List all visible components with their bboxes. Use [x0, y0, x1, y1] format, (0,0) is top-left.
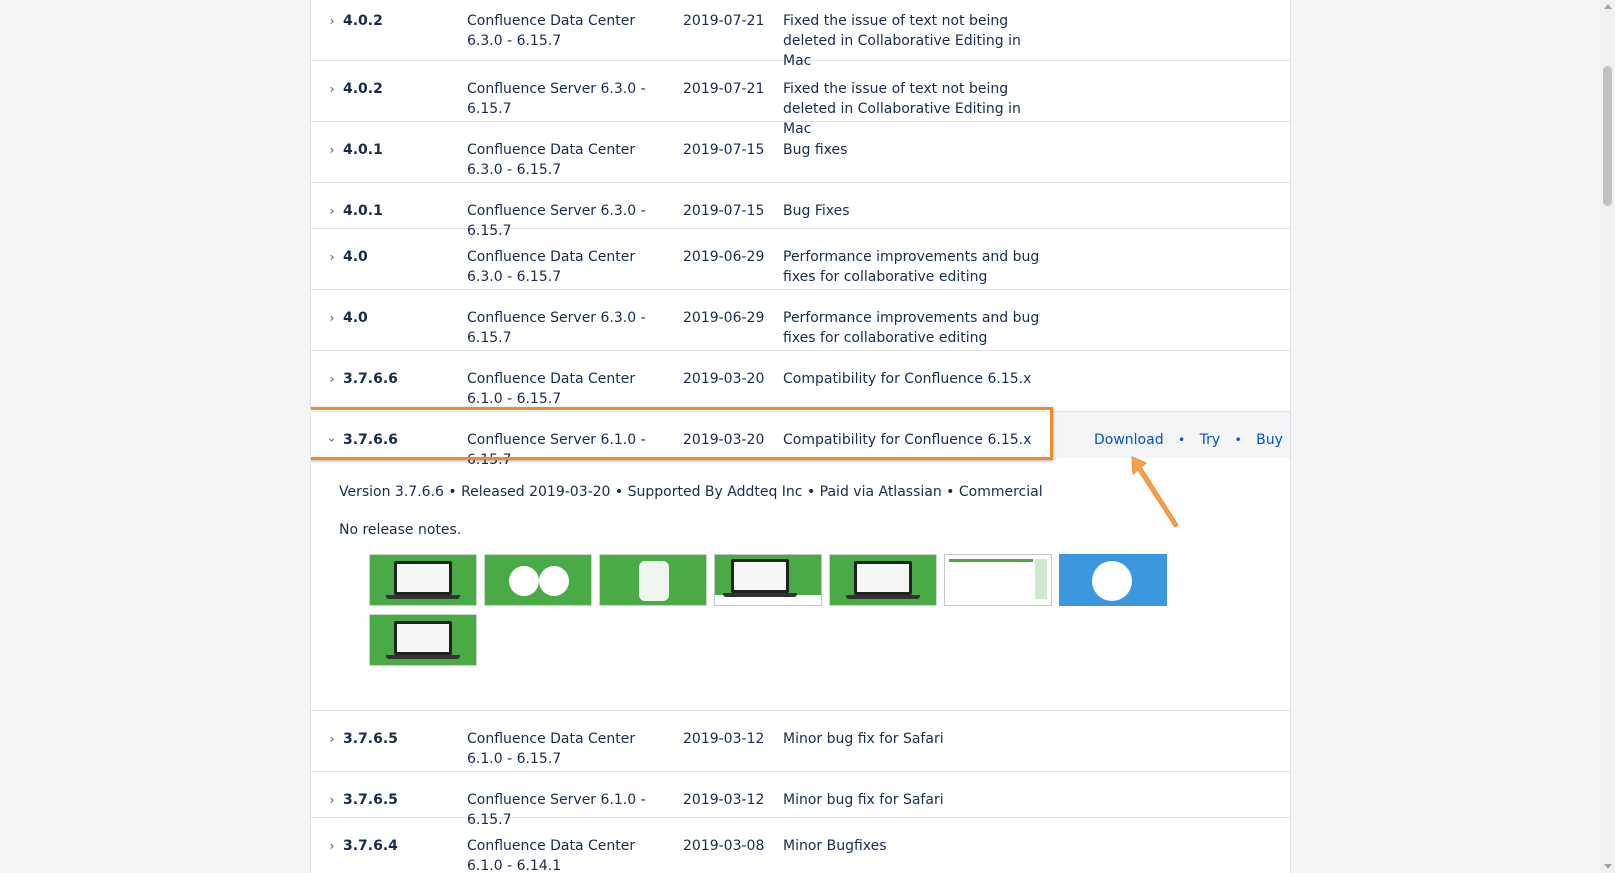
release-summary: Minor bug fix for Safari	[783, 792, 944, 808]
screenshot-thumbnail[interactable]	[944, 554, 1052, 606]
laptop-icon	[386, 561, 460, 599]
version-number: 4.0.1	[343, 203, 383, 219]
compatibility: Confluence Data Center 6.1.0 - 6.15.7	[467, 731, 636, 767]
table-row[interactable]: › 3.7.6.4 Confluence Data Center 6.1.0 -…	[311, 818, 1290, 873]
version-number: 4.0.2	[343, 81, 383, 97]
chevron-right-icon[interactable]: ›	[327, 140, 337, 160]
screenshot-thumbnail[interactable]	[484, 554, 592, 606]
release-summary: Performance improvements and bug fixes f…	[783, 310, 1040, 346]
release-date: 2019-07-21	[683, 13, 765, 29]
hexagon-icon	[509, 566, 539, 596]
table-row[interactable]: › 4.0.1 Confluence Server 6.3.0 - 6.15.7…	[311, 183, 1290, 239]
release-date: 2019-03-20	[683, 432, 765, 448]
release-summary: Performance improvements and bug fixes f…	[783, 249, 1040, 285]
version-number: 4.0.2	[343, 13, 383, 29]
chevron-right-icon[interactable]: ›	[327, 836, 337, 856]
screenshot-thumbnail[interactable]	[1059, 554, 1167, 606]
release-summary: Bug fixes	[783, 142, 848, 158]
release-summary: Compatibility for Confluence 6.15.x	[783, 432, 1032, 448]
release-date: 2019-03-20	[683, 371, 765, 387]
release-summary: Compatibility for Confluence 6.15.x	[783, 371, 1032, 387]
table-row[interactable]: › 4.0.2 Confluence Server 6.3.0 - 6.15.7…	[311, 61, 1290, 137]
table-row[interactable]: › 3.7.6.5 Confluence Server 6.1.0 - 6.15…	[311, 772, 1290, 828]
version-number: 4.0.1	[343, 142, 383, 158]
compatibility: Confluence Data Center 6.1.0 - 6.15.7	[467, 371, 636, 407]
release-date: 2019-03-12	[683, 731, 765, 747]
release-date: 2019-03-12	[683, 792, 765, 808]
laptop-icon	[846, 561, 920, 599]
release-date: 2019-07-15	[683, 142, 765, 158]
screenshot-thumbnail[interactable]	[829, 554, 937, 606]
chevron-right-icon[interactable]: ›	[327, 369, 337, 389]
release-date: 2019-06-29	[683, 310, 765, 326]
spreadsheet-header	[949, 559, 1033, 562]
release-date: 2019-03-08	[683, 838, 765, 854]
buy-link[interactable]: Buy	[1256, 432, 1283, 448]
people-icon	[639, 561, 669, 601]
scroll-down-icon[interactable]	[1604, 864, 1612, 869]
release-date: 2019-07-15	[683, 203, 765, 219]
chevron-right-icon[interactable]: ›	[327, 247, 337, 267]
table-row[interactable]: › 3.7.6.5 Confluence Data Center 6.1.0 -…	[311, 711, 1290, 772]
try-link[interactable]: Try	[1200, 432, 1221, 448]
scrollbar[interactable]	[1600, 0, 1615, 873]
separator-dot: •	[1178, 433, 1186, 447]
release-summary: Minor bug fix for Safari	[783, 731, 944, 747]
app-circle-icon	[1092, 561, 1132, 601]
chevron-right-icon[interactable]: ›	[327, 11, 337, 31]
chevron-right-icon[interactable]: ›	[327, 729, 337, 749]
table-row-expanded[interactable]: › 3.7.6.6 Confluence Server 6.1.0 - 6.15…	[311, 407, 1290, 468]
screenshot-thumbnail[interactable]	[599, 554, 707, 606]
screenshot-thumbnail[interactable]	[714, 554, 822, 606]
release-summary: Minor Bugfixes	[783, 838, 887, 854]
version-number: 3.7.6.6	[343, 432, 398, 448]
compatibility: Confluence Data Center 6.3.0 - 6.15.7	[467, 13, 636, 49]
scrollbar-thumb[interactable]	[1603, 66, 1612, 206]
release-summary: Bug Fixes	[783, 203, 850, 219]
version-details: Version 3.7.6.6 • Released 2019-03-20 • …	[311, 458, 1290, 711]
table-row[interactable]: › 4.0.1 Confluence Data Center 6.3.0 - 6…	[311, 122, 1290, 183]
version-number: 3.7.6.5	[343, 731, 398, 747]
table-row[interactable]: › 4.0 Confluence Data Center 6.3.0 - 6.1…	[311, 229, 1290, 290]
excel-icon	[539, 566, 569, 596]
spreadsheet-panel	[1035, 559, 1047, 599]
laptop-icon	[386, 621, 460, 659]
version-meta: Version 3.7.6.6 • Released 2019-03-20 • …	[339, 484, 1043, 500]
laptop-icon	[723, 559, 797, 597]
chevron-right-icon[interactable]: ›	[327, 201, 337, 221]
release-notes: No release notes.	[339, 522, 462, 538]
table-row[interactable]: › 4.0 Confluence Server 6.3.0 - 6.15.7 2…	[311, 290, 1290, 351]
version-number: 3.7.6.5	[343, 792, 398, 808]
table-row[interactable]: › 3.7.6.6 Confluence Data Center 6.1.0 -…	[311, 351, 1290, 412]
compatibility: Confluence Server 6.3.0 - 6.15.7	[467, 81, 646, 117]
versions-table: › 4.0.2 Confluence Data Center 6.3.0 - 6…	[310, 0, 1291, 873]
compatibility: Confluence Data Center 6.3.0 - 6.15.7	[467, 249, 636, 285]
version-number: 4.0	[343, 249, 368, 265]
release-date: 2019-06-29	[683, 249, 765, 265]
separator-dot: •	[1234, 433, 1242, 447]
chevron-right-icon[interactable]: ›	[327, 308, 337, 328]
compatibility: Confluence Server 6.3.0 - 6.15.7	[467, 310, 646, 346]
version-actions: Download • Try • Buy	[1094, 430, 1283, 450]
version-number: 4.0	[343, 310, 368, 326]
compatibility: Confluence Data Center 6.3.0 - 6.15.7	[467, 142, 636, 178]
scroll-up-icon[interactable]	[1604, 4, 1612, 9]
version-number: 3.7.6.6	[343, 371, 398, 387]
screenshot-thumbnail[interactable]	[369, 614, 477, 666]
chevron-right-icon[interactable]: ›	[327, 790, 337, 810]
version-number: 3.7.6.4	[343, 838, 398, 854]
screenshot-thumbnail[interactable]	[369, 554, 477, 606]
release-date: 2019-07-21	[683, 81, 765, 97]
chevron-down-icon[interactable]: ›	[322, 435, 342, 445]
table-row[interactable]: › 4.0.2 Confluence Data Center 6.3.0 - 6…	[311, 0, 1290, 69]
chevron-right-icon[interactable]: ›	[327, 79, 337, 99]
download-link[interactable]: Download	[1094, 432, 1164, 448]
compatibility: Confluence Data Center 6.1.0 - 6.14.1	[467, 838, 636, 873]
